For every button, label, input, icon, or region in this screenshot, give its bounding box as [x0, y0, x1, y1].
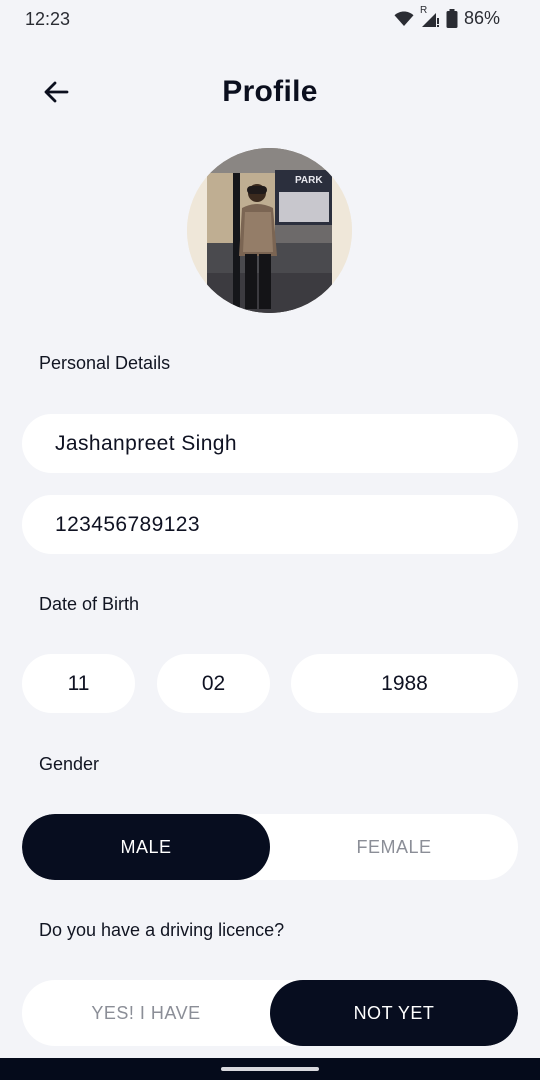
profile-screen: 12:23 R 86% Profile PARK Personal Detail… [0, 0, 540, 1080]
gender-label: Gender [39, 754, 100, 774]
gender-female-option[interactable]: FEMALE [270, 814, 518, 880]
licence-yes-option[interactable]: YES! I HAVE [22, 980, 270, 1046]
personal-details-label: Personal Details [39, 353, 171, 373]
name-field[interactable]: Jashanpreet Singh [22, 414, 518, 473]
gender-male-option[interactable]: MALE [22, 814, 270, 880]
gender-toggle: MALE FEMALE [22, 814, 518, 880]
wifi-icon [394, 10, 414, 27]
roaming-indicator: R [419, 4, 428, 16]
phone-field[interactable]: 123456789123 [22, 495, 518, 554]
dob-month-field[interactable]: 02 [157, 654, 270, 713]
licence-question-label: Do you have a driving licence? [39, 920, 285, 940]
battery-percent: 86% [463, 8, 500, 28]
status-icons: R 86% [394, 5, 500, 29]
profile-avatar[interactable]: PARK [187, 148, 352, 313]
battery-icon [446, 9, 458, 28]
dob-day-field[interactable]: 11 [22, 654, 135, 713]
licence-not-yet-option[interactable]: NOT YET [270, 980, 518, 1046]
signal-icon: R [420, 5, 440, 28]
home-indicator[interactable] [221, 1067, 319, 1071]
dob-label: Date of Birth [39, 594, 140, 614]
licence-toggle: YES! I HAVE NOT YET [22, 980, 518, 1046]
status-time: 12:23 [25, 9, 71, 29]
dob-year-field[interactable]: 1988 [291, 654, 518, 713]
system-nav-bar [0, 1058, 540, 1080]
status-bar: 12:23 R 86% [0, 0, 540, 40]
page-title: Profile [222, 75, 318, 108]
park-sign: PARK [295, 175, 323, 186]
